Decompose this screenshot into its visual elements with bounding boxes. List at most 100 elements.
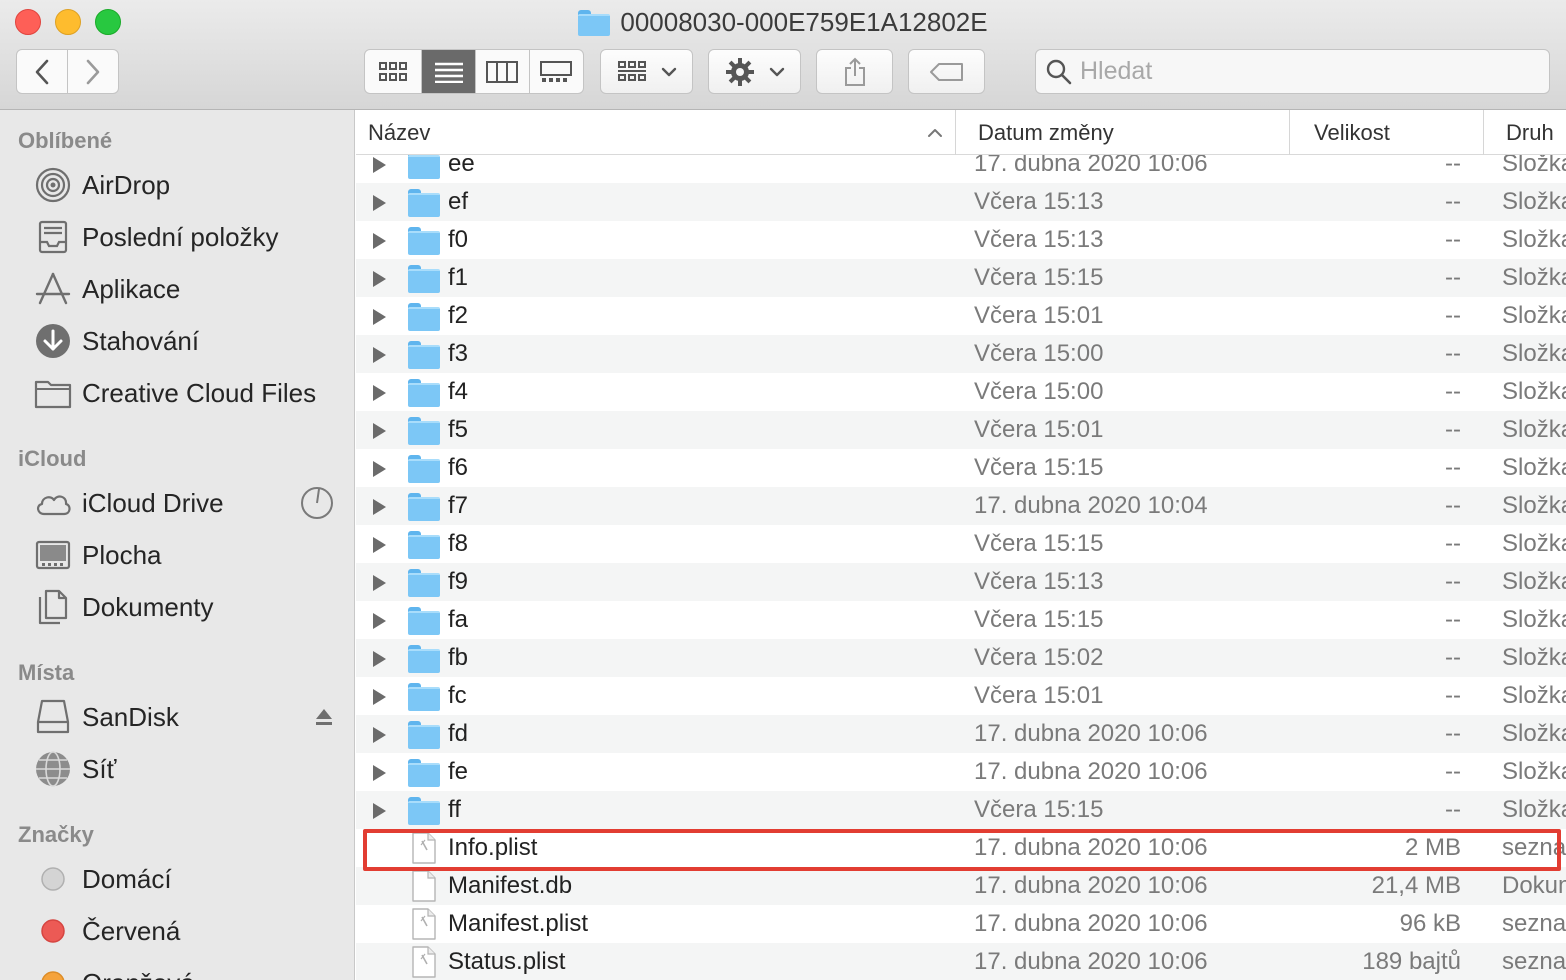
table-row[interactable]: Manifest.plist 17. dubna 2020 10:06 96 kB s… xyxy=(356,905,1566,943)
disclosure-triangle-icon[interactable] xyxy=(373,575,386,591)
sidebar-item-applications[interactable]: Aplikace xyxy=(34,267,334,311)
disclosure-triangle-icon[interactable] xyxy=(373,499,386,515)
sidebar-item-recents[interactable]: Poslední položky xyxy=(34,215,334,259)
search-field[interactable] xyxy=(1035,49,1550,94)
network-icon xyxy=(34,750,72,788)
file-rows: ee17. dubna 2020 10:06--SložkaefVčera 15… xyxy=(356,150,1566,980)
disclosure-triangle-icon[interactable] xyxy=(373,803,386,819)
table-row[interactable]: fa Včera 15:15 -- Složka xyxy=(356,601,1566,639)
file-kind: Složka xyxy=(1502,568,1566,595)
disclosure-triangle-icon[interactable] xyxy=(373,765,386,781)
table-row[interactable]: ef Včera 15:13 -- Složka xyxy=(356,183,1566,221)
sidebar-item-tag-red[interactable]: Červená xyxy=(34,909,334,953)
disclosure-triangle-icon[interactable] xyxy=(373,157,386,173)
disclosure-triangle-icon[interactable] xyxy=(373,347,386,363)
table-row[interactable]: f0 Včera 15:13 -- Složka xyxy=(356,221,1566,259)
file-kind: Složka xyxy=(1502,188,1566,215)
sidebar-item-tag-orange[interactable]: Oranžová xyxy=(34,961,334,980)
edit-tags-button[interactable] xyxy=(908,49,985,94)
column-separator[interactable] xyxy=(955,110,956,155)
applications-icon xyxy=(34,270,72,308)
sidebar-item-network[interactable]: Síť xyxy=(34,747,334,791)
disclosure-triangle-icon[interactable] xyxy=(373,423,386,439)
table-row[interactable]: Manifest.db 17. dubna 2020 10:06 21,4 MB Do… xyxy=(356,867,1566,905)
sidebar-item-creative-cloud-files[interactable]: Creative Cloud Files xyxy=(34,371,334,415)
gallery-view-button[interactable] xyxy=(530,50,584,93)
icon-view-button[interactable] xyxy=(365,50,423,93)
table-row[interactable]: fe 17. dubna 2020 10:06 -- Složka xyxy=(356,753,1566,791)
sidebar-item-documents[interactable]: Dokumenty xyxy=(34,585,334,629)
file-date: Včera 15:15 xyxy=(974,796,1104,823)
search-input[interactable] xyxy=(1080,57,1549,86)
table-row[interactable]: f9 Včera 15:13 -- Složka xyxy=(356,563,1566,601)
file-kind: Složka xyxy=(1502,378,1566,405)
table-row[interactable]: f7 17. dubna 2020 10:04 -- Složka xyxy=(356,487,1566,525)
file-size: -- xyxy=(1445,378,1461,405)
column-header-kind[interactable]: Druh xyxy=(1506,110,1566,155)
table-row[interactable]: Info.plist 17. dubna 2020 10:06 2 MB seznam xyxy=(356,829,1566,867)
folder-icon xyxy=(34,374,72,412)
list-view-button[interactable] xyxy=(422,50,476,93)
sidebar-item-icloud-drive[interactable]: iCloud Drive xyxy=(34,481,334,525)
disclosure-triangle-icon[interactable] xyxy=(373,195,386,211)
sync-progress-icon xyxy=(300,486,334,520)
file-date: 17. dubna 2020 10:04 xyxy=(974,492,1208,519)
table-row[interactable]: f5 Včera 15:01 -- Složka xyxy=(356,411,1566,449)
file-size: -- xyxy=(1445,340,1461,367)
file-size: -- xyxy=(1445,796,1461,823)
table-row[interactable]: f8 Včera 15:15 -- Složka xyxy=(356,525,1566,563)
disclosure-triangle-icon[interactable] xyxy=(373,613,386,629)
share-button[interactable] xyxy=(816,49,893,94)
table-row[interactable]: f2 Včera 15:01 -- Složka xyxy=(356,297,1566,335)
sidebar: Oblíbené AirDrop Poslední položky Aplika… xyxy=(0,110,355,980)
disclosure-triangle-icon[interactable] xyxy=(373,271,386,287)
file-date: Včera 15:15 xyxy=(974,454,1104,481)
sidebar-item-downloads[interactable]: Stahování xyxy=(34,319,334,363)
group-by-button[interactable] xyxy=(600,49,693,94)
folder-icon xyxy=(408,265,440,293)
sidebar-section-tags: Značky xyxy=(18,822,94,847)
recents-icon xyxy=(34,218,72,256)
action-menu-button[interactable] xyxy=(708,49,801,94)
table-row[interactable]: f6 Včera 15:15 -- Složka xyxy=(356,449,1566,487)
table-row[interactable]: f3 Včera 15:00 -- Složka xyxy=(356,335,1566,373)
sidebar-item-airdrop[interactable]: AirDrop xyxy=(34,163,334,207)
disclosure-triangle-icon[interactable] xyxy=(373,727,386,743)
table-row[interactable]: fb Včera 15:02 -- Složka xyxy=(356,639,1566,677)
disclosure-triangle-icon[interactable] xyxy=(373,233,386,249)
sidebar-item-sandisk[interactable]: SanDisk xyxy=(34,695,334,739)
file-kind: Složka xyxy=(1502,454,1566,481)
column-header-size[interactable]: Velikost xyxy=(1314,110,1484,155)
column-header-date[interactable]: Datum změny xyxy=(978,110,1288,155)
sidebar-item-tag-home[interactable]: Domácí xyxy=(34,857,334,901)
file-name: f9 xyxy=(448,568,469,595)
sidebar-item-desktop[interactable]: Plocha xyxy=(34,533,334,577)
documents-icon xyxy=(34,588,72,626)
column-separator[interactable] xyxy=(1483,110,1484,155)
table-row[interactable]: ff Včera 15:15 -- Složka xyxy=(356,791,1566,829)
disclosure-triangle-icon[interactable] xyxy=(373,385,386,401)
file-size: -- xyxy=(1445,226,1461,253)
column-header-name[interactable]: Název xyxy=(368,110,953,155)
table-row[interactable]: f4 Včera 15:00 -- Složka xyxy=(356,373,1566,411)
disclosure-triangle-icon[interactable] xyxy=(373,537,386,553)
back-button[interactable] xyxy=(17,50,68,93)
table-row[interactable]: fd 17. dubna 2020 10:06 -- Složka xyxy=(356,715,1566,753)
table-row[interactable]: f1 Včera 15:15 -- Složka xyxy=(356,259,1566,297)
folder-icon xyxy=(408,759,440,787)
disclosure-triangle-icon[interactable] xyxy=(373,309,386,325)
eject-icon[interactable] xyxy=(314,707,334,727)
forward-button[interactable] xyxy=(68,50,119,93)
gear-icon xyxy=(725,57,754,86)
disclosure-triangle-icon[interactable] xyxy=(373,651,386,667)
disclosure-triangle-icon[interactable] xyxy=(373,461,386,477)
table-row[interactable]: Status.plist 17. dubna 2020 10:06 189 bajt… xyxy=(356,943,1566,980)
table-row[interactable]: fc Včera 15:01 -- Složka xyxy=(356,677,1566,715)
file-name: Status.plist xyxy=(448,948,566,975)
file-size: 21,4 MB xyxy=(1371,872,1461,899)
group-grid-icon xyxy=(617,60,646,81)
file-kind: Složka xyxy=(1502,606,1566,633)
column-view-button[interactable] xyxy=(476,50,530,93)
column-separator[interactable] xyxy=(1289,110,1290,155)
disclosure-triangle-icon[interactable] xyxy=(373,689,386,705)
